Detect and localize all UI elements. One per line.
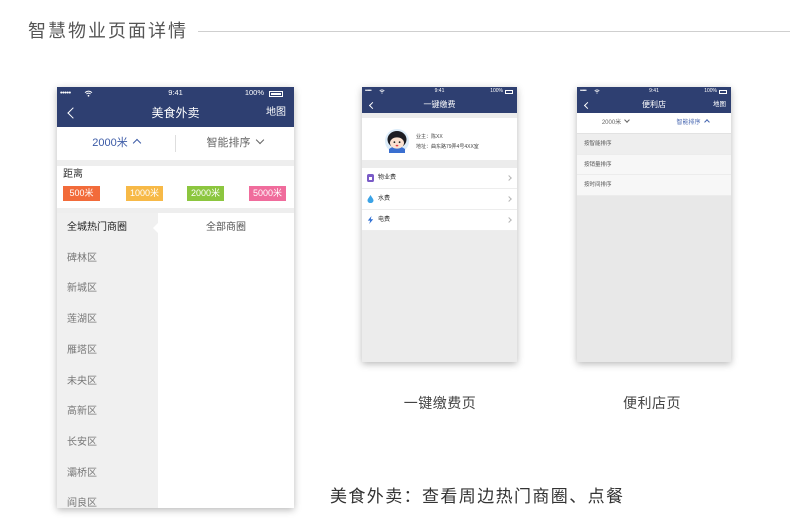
title-divider: [198, 31, 790, 32]
section-separator: [57, 160, 294, 166]
page-title: 智慧物业页面详情: [28, 21, 188, 41]
owner-card: 业主：陈XX 地址：曲东路79弄4号4XX室: [362, 118, 517, 160]
nav-title: 一键缴费: [423, 100, 456, 109]
distance-filter-label: 2000米: [92, 137, 128, 149]
payment-item-label: 电费: [378, 217, 391, 223]
sort-filter[interactable]: 智能排序: [654, 113, 731, 133]
battery-percent: 100%: [244, 88, 264, 97]
nav-bar: ••••• 9:41 100% 美食外卖 地图: [57, 87, 294, 127]
selection-pointer-icon: [153, 223, 158, 233]
chevron-up-icon: [132, 138, 141, 148]
water-drop-icon: [367, 195, 374, 203]
district-list: 全城热门商圈 碑林区 新城区 莲湖区 雁塔区 未央区 高新区 长安区 灞桥区 阎…: [57, 213, 158, 508]
sort-filter-label: 智能排序: [676, 120, 701, 126]
owner-address: 地址：曲东路79弄4号4XX室: [416, 144, 479, 150]
district-item[interactable]: 阎良区: [57, 489, 158, 508]
district-item[interactable]: 长安区: [57, 428, 158, 459]
lightning-icon: [367, 216, 374, 224]
owner-name: 业主：陈XX: [416, 134, 443, 140]
battery-percent: 100%: [704, 88, 717, 94]
distance-label: 距离: [63, 169, 83, 180]
sort-option[interactable]: 按销量排序: [577, 154, 731, 176]
payment-item-label: 水费: [378, 196, 391, 202]
sub-area-item[interactable]: 全部商圈: [158, 213, 294, 244]
sort-option[interactable]: 按智能排序: [577, 134, 731, 155]
nav-title: 美食外卖: [151, 106, 200, 120]
map-button[interactable]: 地图: [266, 106, 286, 120]
distance-chip[interactable]: 5000米: [249, 186, 286, 201]
chevron-up-icon: [703, 119, 710, 125]
convenience-store-screen: ••••• 9:41 100% 便利店 地图 2000米 智能排序 按智能排序 …: [577, 87, 731, 362]
battery-icon: [719, 90, 727, 94]
district-item[interactable]: 新城区: [57, 274, 158, 305]
chevron-right-icon: [506, 217, 512, 223]
payment-screen: ••••• 9:41 100% 一键缴费 业主：陈XX 地址：曲东路79弄4号4…: [362, 87, 517, 362]
filter-bar: 2000米 智能排序: [57, 127, 294, 160]
distance-filter[interactable]: 2000米: [57, 127, 175, 160]
distance-filter-label: 2000米: [601, 120, 622, 126]
distance-chip[interactable]: 500米: [63, 186, 100, 201]
payment-item-label: 物业费: [378, 175, 397, 181]
caption-payment: 一键缴费页: [403, 395, 477, 411]
sort-option[interactable]: 按时间排序: [577, 175, 731, 197]
payment-item-property[interactable]: 物业费: [362, 168, 517, 189]
distance-chip[interactable]: 2000米: [187, 186, 224, 201]
nav-title: 便利店: [642, 100, 666, 109]
caption-food-delivery: 美食外卖：查看周边热门商圈、点餐: [330, 487, 625, 506]
district-item[interactable]: 灞桥区: [57, 459, 158, 490]
owner-avatar: [385, 129, 409, 153]
battery-percent: 100%: [490, 88, 503, 94]
filter-bar: 2000米 智能排序: [577, 113, 731, 134]
chevron-down-icon: [624, 117, 631, 123]
food-delivery-screen: ••••• 9:41 100% 美食外卖 地图 2000米 智能排序 距离 50…: [57, 87, 294, 508]
caption-store: 便利店页: [623, 395, 681, 411]
distance-chip[interactable]: 1000米: [126, 186, 163, 201]
sort-filter-label: 智能排序: [206, 137, 251, 149]
battery-icon: [269, 91, 283, 97]
district-item[interactable]: 全城热门商圈: [57, 213, 158, 244]
district-item[interactable]: 碑林区: [57, 244, 158, 275]
sort-dropdown: 按智能排序 按销量排序 按时间排序: [577, 134, 731, 197]
district-item[interactable]: 莲湖区: [57, 305, 158, 336]
district-item[interactable]: 雁塔区: [57, 336, 158, 367]
property-fee-icon: [367, 174, 374, 182]
chevron-right-icon: [506, 175, 512, 181]
nav-bar: ••••• 9:41 100% 一键缴费: [362, 87, 517, 113]
district-item[interactable]: 未央区: [57, 367, 158, 398]
chevron-down-icon: [255, 135, 264, 145]
payment-list: 物业费 水费 电费: [362, 168, 517, 231]
payment-item-water[interactable]: 水费: [362, 189, 517, 210]
map-button[interactable]: 地图: [713, 100, 726, 110]
chevron-right-icon: [506, 196, 512, 202]
battery-icon: [505, 90, 513, 94]
nav-bar: ••••• 9:41 100% 便利店 地图: [577, 87, 731, 113]
sort-filter[interactable]: 智能排序: [175, 127, 294, 160]
sub-area-list: 全部商圈: [158, 213, 294, 508]
payment-item-electricity[interactable]: 电费: [362, 210, 517, 231]
district-item[interactable]: 高新区: [57, 397, 158, 428]
distance-filter[interactable]: 2000米: [577, 113, 654, 133]
